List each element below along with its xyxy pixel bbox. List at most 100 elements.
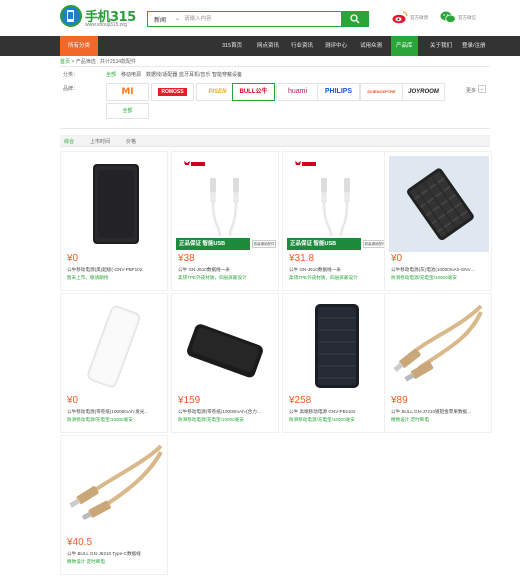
brand-bull-logo: BULL公牛 [239, 89, 268, 95]
search-bar: 新闻 ⌄ [147, 11, 369, 27]
product-title[interactable]: 公牛 GN-J610数据线一米 [178, 267, 276, 273]
promo-text: 正品保证 智能USB [287, 238, 361, 250]
category-option-bluetooth[interactable]: 蓝牙耳机/音乐 [179, 71, 210, 78]
product-card[interactable]: ¥258 公牛 高端移动电源 GNV-PB1102 防滑移动电源/充电宝/100… [282, 293, 390, 433]
result-count: 共计2534款配件 [99, 59, 137, 65]
logo-url: www.shouji315.org [85, 22, 127, 28]
product-subtitle: 暂未上市，敬请期待 [67, 275, 109, 280]
sort-comprehensive[interactable]: 综合 [64, 138, 74, 145]
weibo-icon [392, 11, 408, 24]
brand-mi-logo: MI [121, 87, 134, 97]
category-option-powerbank[interactable]: 移动电源 [121, 71, 141, 78]
nav-item-review-center[interactable]: 测评中心 [325, 36, 347, 56]
search-category[interactable]: 新闻 [154, 15, 166, 24]
nav-item-industry-news[interactable]: 行业资讯 [291, 36, 313, 56]
product-title[interactable]: 公牛移动电源(灰)电池(10000mAh-GNV... [391, 267, 489, 273]
main-nav: 所有分类 315首页 网点资讯 行业资讯 测评中心 试用众测 产品库 关于我们 … [0, 36, 520, 56]
nav-item-product-library[interactable]: 产品库 [391, 36, 418, 56]
wechat-label: 官方微信 [458, 15, 476, 20]
product-image-cable: 正品保证 智能USB 原装通用配件 [287, 156, 387, 252]
product-title[interactable]: 公牛移动电源(黑)超极(-GNV-PBF102 [67, 267, 165, 273]
nav-item-login[interactable]: 登录/注册 [462, 36, 486, 56]
product-image-powerbank [287, 298, 387, 394]
product-price: ¥38 [178, 253, 195, 264]
nav-item-outlet-news[interactable]: 网点资讯 [257, 36, 279, 56]
product-price: ¥0 [391, 253, 403, 264]
brand-philips-logo: PHILIPS [324, 88, 353, 95]
product-card[interactable]: 正品保证 智能USB 原装通用配件 ¥31.8 公牛 GN-J510数据线一米 … [282, 151, 390, 291]
product-card[interactable]: ¥0 公牛移动电源(灰)电池(10000mAh-GNV... 防滑移动电源/充电… [384, 151, 492, 291]
product-subtitle: 防滑移动电源/充电宝/10000毫安 [67, 417, 133, 422]
product-title[interactable]: 公牛 BULL GN-J6210 Type-C数据线 [67, 551, 165, 557]
nav-item-home[interactable]: 315首页 [222, 36, 242, 56]
chevron-down-icon[interactable]: ⌄ [478, 85, 486, 93]
brand-all-button[interactable]: 全部 [106, 103, 149, 119]
brand-philips[interactable]: PHILIPS [317, 83, 360, 101]
product-card[interactable]: ¥40.5 公牛 BULL GN-J6210 Type-C数据线 精致设计 定时… [60, 435, 168, 575]
product-subtitle: 防滑移动电源/充电宝/10000毫安 [391, 275, 457, 280]
brand-romoss-logo: ROMOSS [158, 88, 187, 96]
product-image-cable [389, 298, 489, 394]
product-image-powerbank [389, 156, 489, 252]
promo-text: 正品保证 智能USB [176, 238, 250, 250]
product-image-powerbank [176, 298, 276, 394]
category-option-wearable[interactable]: 智能穿戴设备 [212, 71, 242, 78]
product-subtitle: 柔韧TPE外皮材质，四层屏蔽设计 [178, 275, 247, 280]
product-image-powerbank [65, 156, 165, 252]
brand-huami-logo: huami [287, 88, 308, 95]
brand-bull[interactable]: BULL公牛 [232, 83, 275, 101]
nav-item-about[interactable]: 关于我们 [430, 36, 452, 56]
category-option-all[interactable]: 全部 [106, 71, 116, 78]
product-title[interactable]: 公牛移动电源(带卷纸)10000mAh-(合力... [178, 409, 276, 415]
product-title[interactable]: 公牛 BULL GN-J7210镀铝金苹果数据... [391, 409, 489, 415]
product-title[interactable]: 公牛移动电源(带卷纸)10000mAh-发光... [67, 409, 165, 415]
breadcrumb-home[interactable]: 首页 [60, 59, 70, 65]
product-image-cable: 正品保证 智能USB 原装通用配件 [176, 156, 276, 252]
product-card[interactable]: 正品保证 智能USB 原装通用配件 ¥38 公牛 GN-J610数据线一米 柔韧… [171, 151, 279, 291]
product-card[interactable]: ¥0 公牛移动电源(黑)超极(-GNV-PBF102 暂未上市，敬请期待 [60, 151, 168, 291]
brand-huami[interactable]: huami [276, 83, 319, 101]
search-input[interactable] [184, 13, 334, 25]
product-subtitle: 精致设计 定时断电 [67, 559, 106, 564]
site-logo[interactable]: 手机315 www.shouji315.org [60, 5, 140, 31]
product-price: ¥0 [67, 253, 79, 264]
sort-bar: 综合 上市时间 价格 [60, 135, 490, 147]
sort-price[interactable]: 价格 [126, 138, 136, 145]
product-price: ¥258 [289, 395, 312, 406]
chevron-down-icon[interactable]: ⌄ [175, 15, 180, 22]
product-subtitle: 防滑移动电源/充电宝/10000毫安 [178, 417, 244, 422]
product-price: ¥31.8 [289, 253, 315, 264]
breadcrumb-divider [60, 66, 490, 67]
brand-romoss[interactable]: ROMOSS [151, 83, 194, 101]
search-button[interactable] [341, 11, 369, 27]
product-subtitle: 防滑移动电源/充电宝/10000毫安 [289, 417, 355, 422]
product-card[interactable]: ¥89 公牛 BULL GN-J7210镀铝金苹果数据... 精致设计 定时断电 [384, 293, 492, 433]
filter-divider [60, 128, 490, 129]
breadcrumb-section: 产品筛选 [75, 59, 96, 65]
product-title[interactable]: 公牛 高端移动电源 GNV-PB1102 [289, 409, 387, 415]
product-card[interactable]: ¥159 公牛移动电源(带卷纸)10000mAh-(合力... 防滑移动电源/充… [171, 293, 279, 433]
product-promo-banner: 正品保证 智能USB 原装通用配件 [287, 238, 387, 250]
nav-item-trial[interactable]: 试用众测 [360, 36, 382, 56]
brand-joyroom-logo: JOYROOM [408, 89, 439, 95]
product-subtitle: 柔韧TPE外皮材质，四层屏蔽设计 [289, 275, 358, 280]
brand-filter-label: 品牌： [63, 86, 79, 92]
category-option-cable[interactable]: 数据线/适配器 [146, 71, 177, 78]
more-brands-label[interactable]: 更多 [466, 87, 476, 94]
all-categories-button[interactable]: 所有分类 [60, 36, 98, 56]
brand-mi[interactable]: MI [106, 83, 149, 101]
product-card[interactable]: ¥0 公牛移动电源(带卷纸)10000mAh-发光... 防滑移动电源/充电宝/… [60, 293, 168, 433]
brand-scienceptre-logo: SCIENCEPTRE [367, 89, 396, 94]
breadcrumb: 首页 > 产品筛选 共计2534款配件 [60, 58, 136, 65]
product-price: ¥159 [178, 395, 201, 406]
site-header: 手机315 www.shouji315.org 新闻 ⌄ 官方微博 官方微信 [0, 0, 520, 36]
logo-phone-icon [60, 5, 82, 27]
product-price: ¥40.5 [67, 537, 93, 548]
weibo-label: 官方微博 [410, 15, 428, 20]
promo-side-text: 原装通用配件 [252, 240, 276, 248]
product-title[interactable]: 公牛 GN-J510数据线一米 [289, 267, 387, 273]
product-subtitle: 精致设计 定时断电 [391, 417, 430, 422]
brand-scienceptre[interactable]: SCIENCEPTRE [360, 83, 403, 101]
brand-joyroom[interactable]: JOYROOM [402, 83, 445, 101]
sort-release-date[interactable]: 上市时间 [90, 138, 110, 145]
